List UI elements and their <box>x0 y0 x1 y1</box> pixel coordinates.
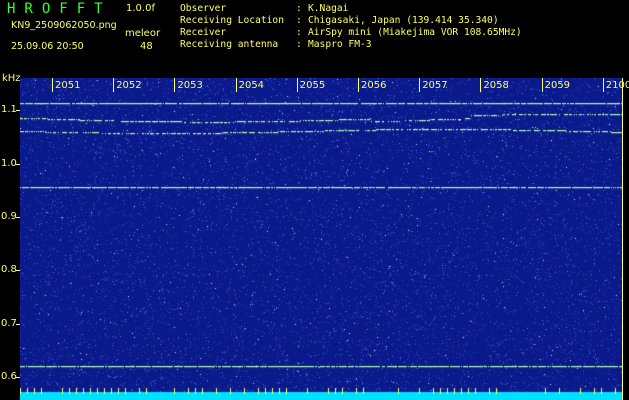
y-tick-label: 0.6 <box>1 371 17 383</box>
y-tick-label: 0.7 <box>1 317 17 329</box>
x-tick-mark <box>358 78 359 92</box>
x-tick-mark <box>174 78 176 92</box>
y-tick-label: 0.9 <box>1 210 17 222</box>
y-tick-mark <box>16 270 20 272</box>
x-tick-label: 2100 <box>605 80 629 91</box>
metadata-block: Observer: K.Nagai Receiving Location: Chig… <box>180 3 522 51</box>
metadata-row: Receiver: AirSpy mini (Miakejima VOR 108.… <box>180 27 522 38</box>
x-tick-label: 2053 <box>177 80 203 91</box>
y-tick-label: 0.8 <box>1 264 17 276</box>
metadata-row: Receiving Location: Chigasaki, Japan (139… <box>180 15 499 26</box>
datetime-label: 25.09.06 20:50 <box>11 41 84 52</box>
x-tick-label: 2059 <box>544 80 571 91</box>
metadata-row: Receiving antenna: Maspro FM-3 <box>180 39 372 50</box>
spectrogram-plot <box>20 78 622 400</box>
app-logo: HROFFT <box>7 1 112 17</box>
metadata-row: Observer: K.Nagai <box>180 3 349 14</box>
x-tick-label: 2056 <box>361 80 387 91</box>
x-tick-mark <box>541 78 543 92</box>
x-tick-label: 2052 <box>116 80 142 91</box>
y-unit-label: kHz <box>2 73 21 84</box>
plot-right-border <box>622 78 623 400</box>
x-tick-mark <box>480 78 482 92</box>
y-tick-mark <box>16 163 20 165</box>
x-tick-mark <box>296 78 298 92</box>
y-tick-label: 1.0 <box>1 157 17 169</box>
x-tick-mark <box>419 78 421 92</box>
x-tick-label: 2055 <box>299 80 326 91</box>
y-tick-mark <box>16 216 20 218</box>
x-tick-mark <box>235 78 237 92</box>
y-tick-mark <box>16 377 20 379</box>
version-label: 1.0.0f <box>126 3 155 14</box>
x-tick-label: 2054 <box>238 80 265 91</box>
header: HROFFT 1.0.0f KN9_2509062050.png meleor … <box>0 0 629 72</box>
x-tick-mark <box>602 78 604 92</box>
spectrogram-canvas <box>20 78 622 400</box>
file-name: KN9_2509062050.png <box>11 20 117 31</box>
y-tick-mark <box>16 110 20 112</box>
y-tick-mark <box>16 323 20 325</box>
x-tick-label: 2058 <box>483 80 509 91</box>
x-tick-label: 2051 <box>55 80 81 91</box>
count-label: 48 <box>140 41 153 52</box>
x-tick-label: 2057 <box>422 80 448 91</box>
x-tick-mark <box>52 78 53 92</box>
observation-kind: meleor <box>125 28 161 39</box>
y-tick-label: 1.1 <box>1 104 17 116</box>
x-tick-mark <box>113 78 115 92</box>
